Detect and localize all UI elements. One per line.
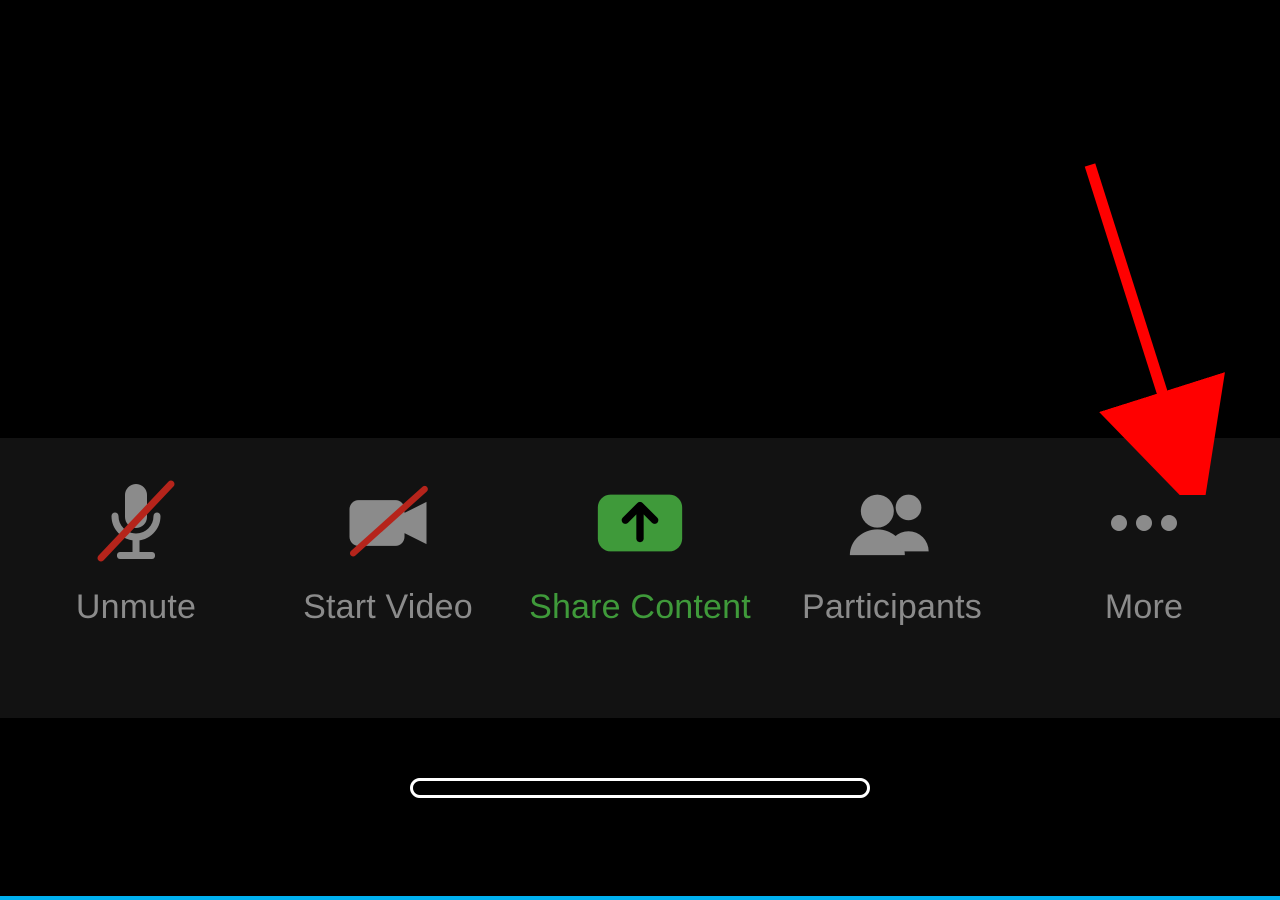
more-button[interactable]: More	[1018, 478, 1270, 627]
share-content-button[interactable]: Share Content	[514, 478, 766, 627]
more-ellipsis-icon	[1089, 478, 1199, 568]
meeting-toolbar: Unmute Start Video	[0, 438, 1280, 718]
camera-off-icon	[333, 478, 443, 568]
more-label: More	[1105, 588, 1183, 627]
share-upload-icon	[585, 478, 695, 568]
window-accent-bar	[0, 896, 1280, 900]
unmute-label: Unmute	[76, 588, 196, 627]
start-video-button[interactable]: Start Video	[262, 478, 514, 627]
home-indicator[interactable]	[410, 778, 870, 798]
start-video-label: Start Video	[303, 588, 473, 627]
share-content-label: Share Content	[529, 588, 751, 627]
meeting-screen: Unmute Start Video	[0, 0, 1280, 900]
participants-label: Participants	[802, 588, 982, 627]
participants-button[interactable]: Participants	[766, 478, 1018, 627]
participants-icon	[837, 478, 947, 568]
unmute-button[interactable]: Unmute	[10, 478, 262, 627]
microphone-muted-icon	[81, 478, 191, 568]
